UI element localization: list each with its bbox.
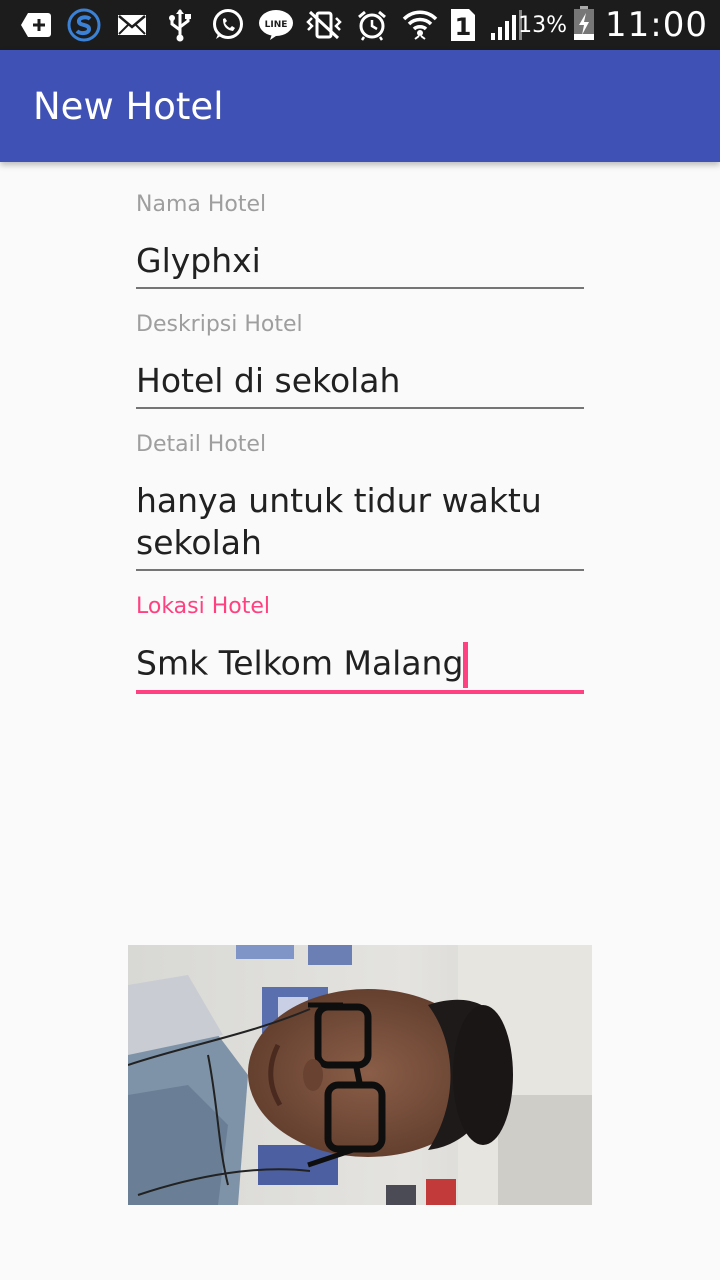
nama-hotel-underline <box>136 287 584 289</box>
lokasi-hotel-field[interactable]: Lokasi Hotel Smk Telkom Malang <box>136 592 584 696</box>
lokasi-hotel-input[interactable]: Smk Telkom Malang <box>136 642 584 688</box>
app-bar: New Hotel <box>0 50 720 162</box>
text-cursor <box>463 642 469 688</box>
detail-hotel-input[interactable]: hanya untuk tidur waktu sekolah <box>136 480 556 564</box>
sim-1-icon: 1 <box>450 7 476 43</box>
battery-icon <box>573 5 595 45</box>
deskripsi-hotel-underline <box>136 407 584 409</box>
nama-hotel-label: Nama Hotel <box>136 192 267 217</box>
lokasi-hotel-label: Lokasi Hotel <box>136 594 271 619</box>
detail-hotel-field[interactable]: Detail Hotel hanya untuk tidur waktu sek… <box>136 430 584 572</box>
nama-hotel-input[interactable]: Glyphxi <box>136 240 584 282</box>
lokasi-hotel-underline <box>136 690 584 694</box>
whatsapp-icon <box>210 7 246 43</box>
hotel-photo[interactable] <box>128 945 592 1205</box>
wifi-icon <box>402 7 438 43</box>
mail-icon <box>114 7 150 43</box>
deskripsi-hotel-input[interactable]: Hotel di sekolah <box>136 360 584 402</box>
detail-hotel-label: Detail Hotel <box>136 432 267 457</box>
svg-text:1: 1 <box>455 13 472 41</box>
svg-text:LINE: LINE <box>265 20 288 30</box>
status-right: 13% 11:00 <box>518 5 708 45</box>
page-title: New Hotel <box>33 85 224 128</box>
lokasi-hotel-value: Smk Telkom Malang <box>136 643 464 683</box>
deskripsi-hotel-field[interactable]: Deskripsi Hotel Hotel di sekolah <box>136 310 584 410</box>
alarm-icon <box>354 7 390 43</box>
line-icon: LINE <box>258 7 294 43</box>
nama-hotel-field[interactable]: Nama Hotel Glyphxi <box>136 190 584 290</box>
clock: 11:00 <box>605 5 708 45</box>
usb-icon <box>162 7 198 43</box>
notification-icons: LINE 1 <box>18 6 536 44</box>
vibrate-mute-icon <box>306 7 342 43</box>
s-app-icon <box>66 7 102 43</box>
selfie-photo <box>128 945 592 1205</box>
battery-percent: 13% <box>518 12 568 38</box>
detail-hotel-underline <box>136 569 584 571</box>
deskripsi-hotel-label: Deskripsi Hotel <box>136 312 303 337</box>
add-box-icon <box>18 7 54 43</box>
status-bar: LINE 1 13% 11:00 <box>0 0 720 50</box>
